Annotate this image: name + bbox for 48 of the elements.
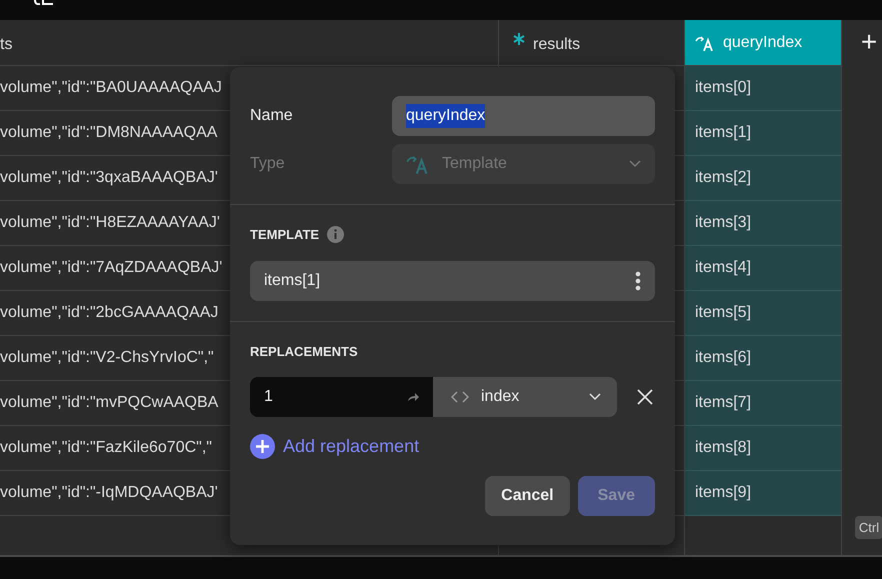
template-icon (695, 34, 715, 50)
table-cell-text: items[6] (695, 348, 752, 368)
table-cell-text: volume","id":"7AqZDAAAQBAJ' (0, 258, 222, 278)
table-cell-text: volume","id":"BA0UAAAAQAAJ (0, 78, 222, 98)
table-cell-text: volume","id":"H8EZAAAAYAAJ' (0, 213, 220, 233)
table-cell-text: items[5] (695, 303, 752, 323)
replacement-value-field[interactable]: 1 (250, 377, 433, 417)
name-field[interactable]: queryIndex (392, 96, 655, 136)
table-cell-text: items[1] (695, 123, 752, 143)
table-cell-text: volume","id":"-IqMDQAAQBAJ' (0, 483, 218, 503)
info-icon[interactable] (327, 226, 344, 244)
cancel-button[interactable]: Cancel (485, 476, 570, 516)
table-cell-text: volume","id":"mvPQCwAAQBA (0, 393, 218, 413)
column-title: ts (0, 35, 12, 55)
table-cell-text: items[8] (695, 438, 752, 458)
shortcut-hint: Ctrl (854, 516, 882, 539)
chevron-down-icon (629, 160, 641, 168)
table-cell-text: items[2] (695, 168, 752, 188)
code-icon (451, 391, 469, 403)
template-field[interactable]: items[1] (250, 260, 655, 300)
template-icon (406, 154, 430, 174)
table-cell-text: volume","id":"DM8NAAAAQAA (0, 123, 218, 143)
field-label: Name (250, 106, 294, 126)
close-icon[interactable] (637, 389, 653, 405)
table-cell-text: volume","id":"FazKile6o70C"," (0, 438, 212, 458)
chevron-down-icon (589, 393, 601, 401)
column-title: results (533, 35, 580, 55)
add-column-button[interactable]: + (846, 28, 878, 56)
section-heading: TEMPLATE (250, 226, 320, 244)
share-arrow-icon (407, 392, 419, 402)
table-cell-text: items[4] (695, 258, 752, 278)
table-cell-text: items[3] (695, 213, 752, 233)
more-options-icon[interactable] (635, 270, 641, 290)
plus-circle-icon (250, 434, 275, 459)
section-heading: REPLACEMENTS (250, 342, 359, 360)
table-cell-text: items[0] (695, 78, 752, 98)
table-cell-text: volume","id":"2bcGAAAAQAAJ (0, 303, 218, 323)
replacement-type-dropdown[interactable]: index (433, 377, 617, 417)
table-cell-text: volume","id":"V2-ChsYrvIoC"," (0, 348, 214, 368)
add-replacement-link[interactable]: Add replacement (250, 433, 420, 460)
table-cell-text: volume","id":"3qxaBAAAQBAJ' (0, 168, 218, 188)
asterisk-icon (513, 33, 525, 45)
field-label: Type (250, 154, 286, 174)
table-cell-text: items[9] (695, 483, 752, 503)
column-header[interactable]: results (499, 20, 684, 66)
column-header[interactable]: ts (0, 20, 498, 66)
table-cell-text: items[7] (695, 393, 752, 413)
column-title: queryIndex (723, 32, 802, 52)
